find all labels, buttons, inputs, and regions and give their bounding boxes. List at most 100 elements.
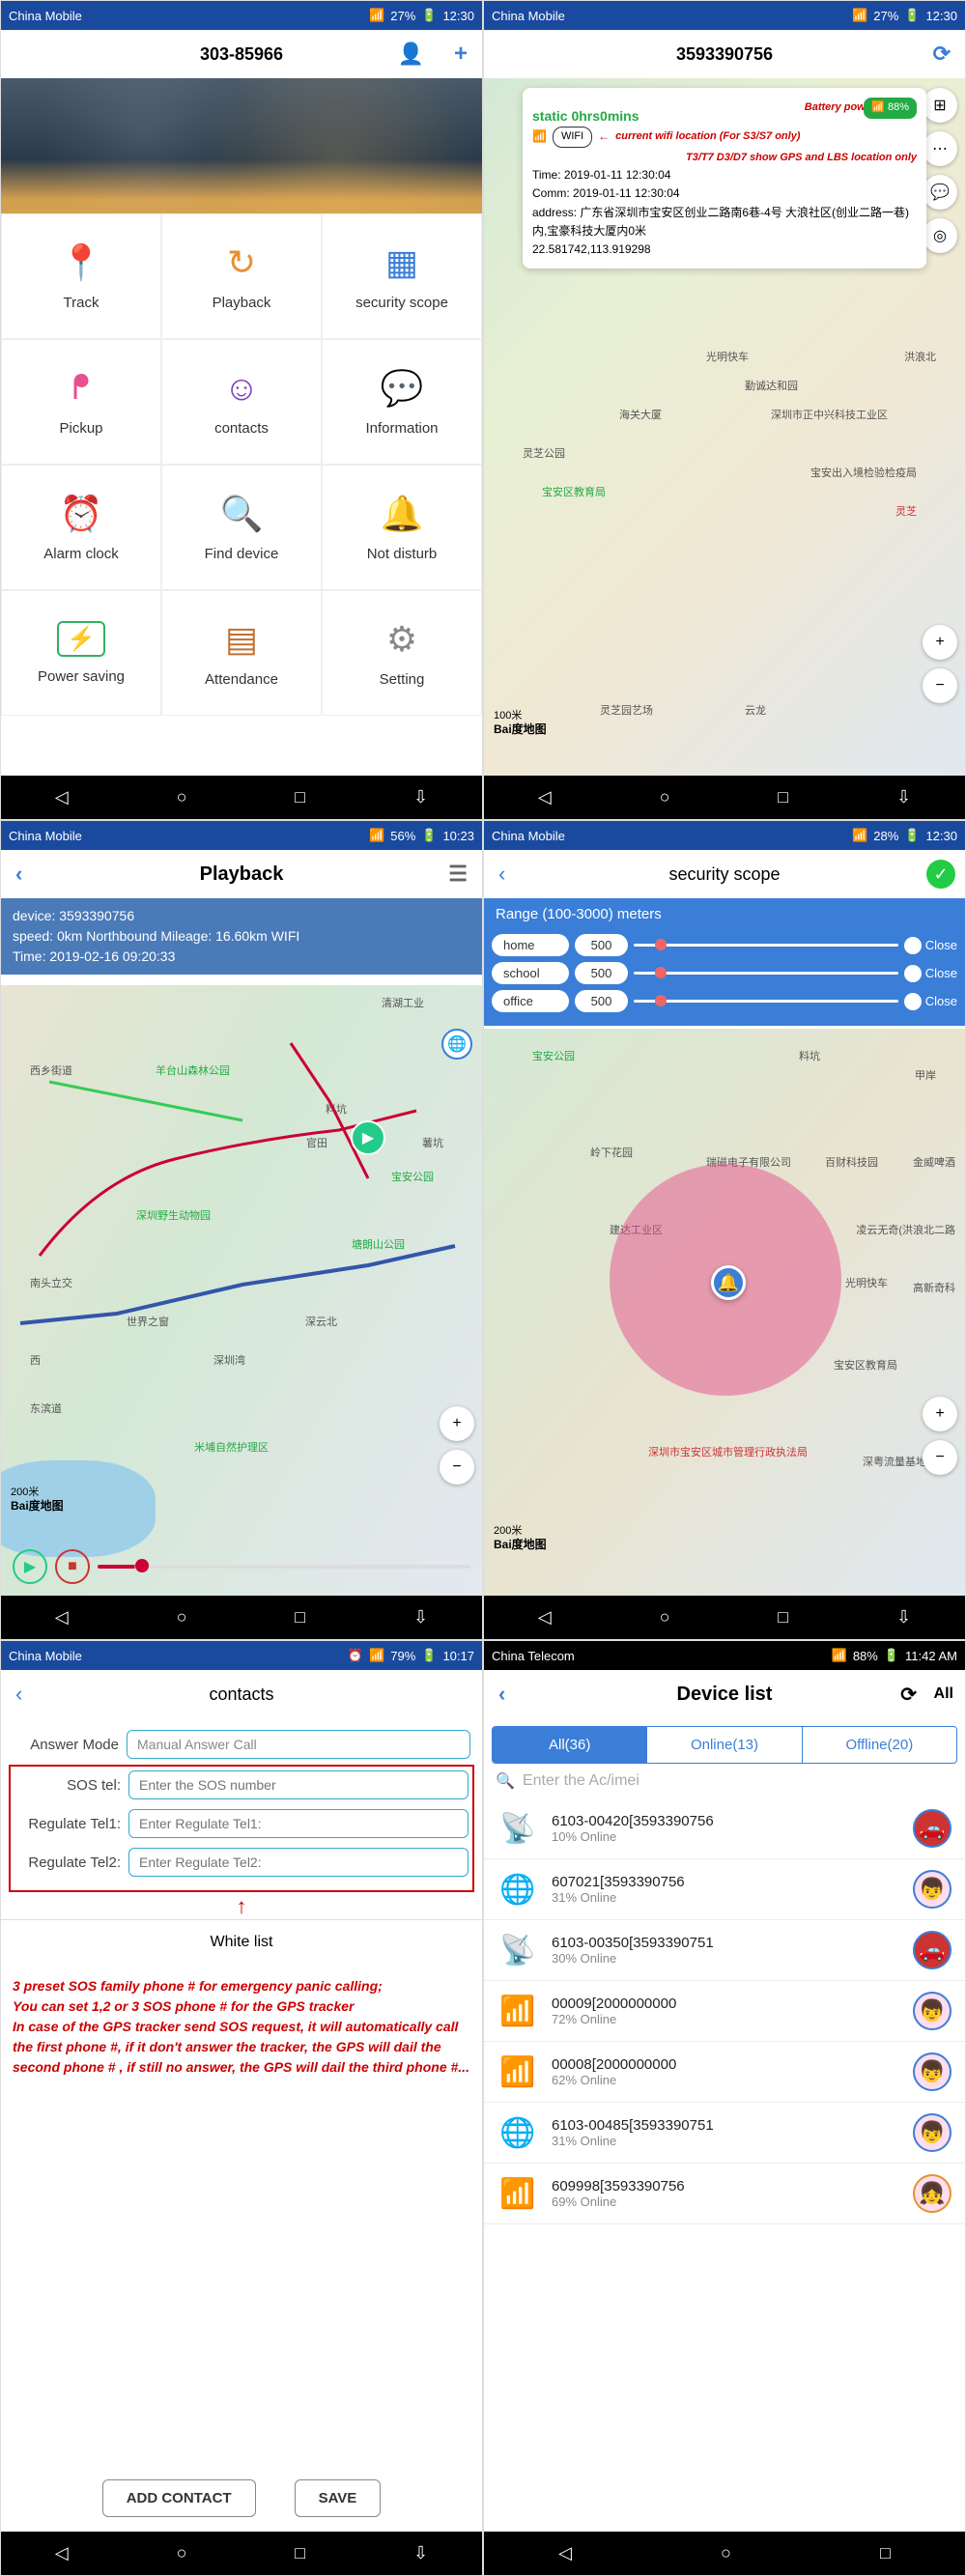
- grid-attendance[interactable]: ▤Attendance: [161, 590, 322, 716]
- avatar-boy[interactable]: 👦: [913, 1992, 952, 2030]
- zoom-out-btn[interactable]: −: [923, 668, 957, 703]
- battery-icon: 🔋: [421, 8, 437, 23]
- play-button[interactable]: ▶: [13, 1549, 47, 1584]
- all-button[interactable]: All: [934, 1685, 953, 1703]
- carrier: China Mobile: [492, 9, 565, 23]
- zoom-in-btn[interactable]: +: [923, 1397, 957, 1431]
- refresh-icon[interactable]: ⟳: [933, 42, 951, 67]
- play-marker[interactable]: ▶: [351, 1120, 385, 1155]
- list-item[interactable]: 📡 6103-00350[359339075130% Online 🚗: [484, 1920, 965, 1981]
- contacts-form: Answer Mode Manual Answer Call SOS tel: …: [1, 1718, 482, 1900]
- wifi-icon: 📶: [369, 8, 384, 23]
- fence-radius-input[interactable]: 500: [575, 934, 628, 956]
- status-bar: China Mobile 📶 27% 🔋 12:30: [1, 1, 482, 30]
- static-status: static 0hrs0mins: [532, 108, 639, 124]
- map-msg-btn[interactable]: 💬: [923, 175, 957, 210]
- avatar-boy[interactable]: 👦: [913, 2052, 952, 2091]
- screen-playback: China Mobile 📶56%🔋10:23 ‹ Playback ☰ dev…: [0, 820, 483, 1640]
- map-more-btn[interactable]: ⋯: [923, 131, 957, 166]
- reg-tel1-input[interactable]: [128, 1809, 469, 1838]
- nav-back[interactable]: ◁: [55, 787, 69, 807]
- contacts-header: ‹ contacts: [1, 1670, 482, 1718]
- search-placeholder: Enter the Ac/imei: [523, 1772, 639, 1790]
- grid-security[interactable]: ▦security scope: [322, 213, 482, 339]
- center-marker[interactable]: 🔔: [711, 1265, 746, 1300]
- back-icon[interactable]: ‹: [15, 862, 22, 887]
- avatar-car[interactable]: 🚗: [913, 1931, 952, 1969]
- bolt-icon: ⚡: [57, 621, 105, 657]
- back-icon[interactable]: ‹: [15, 1682, 22, 1707]
- search-field[interactable]: 🔍 Enter the Ac/imei: [496, 1771, 953, 1791]
- form-buttons: ADD CONTACT SAVE: [1, 2479, 482, 2517]
- ear-icon: ᖰ: [72, 367, 91, 409]
- fence-toggle[interactable]: Close: [904, 937, 957, 954]
- fence-name-input[interactable]: home: [492, 934, 569, 956]
- playback-info: device: 3593390756 speed: 0km Northbound…: [1, 898, 482, 975]
- zoom-in-btn[interactable]: +: [923, 625, 957, 660]
- reg-tel2-input[interactable]: [128, 1848, 469, 1877]
- globe-btn[interactable]: 🌐: [441, 1029, 472, 1060]
- map-layer-btn[interactable]: ⊞: [923, 88, 957, 123]
- zoom-out-btn[interactable]: −: [923, 1440, 957, 1475]
- tab-offline[interactable]: Offline(20): [803, 1727, 956, 1763]
- avatar-car[interactable]: 🚗: [913, 1809, 952, 1848]
- add-icon[interactable]: +: [454, 41, 468, 68]
- tab-online[interactable]: Online(13): [647, 1727, 802, 1763]
- progress-slider[interactable]: [98, 1565, 470, 1569]
- menu-icon[interactable]: ☰: [448, 862, 468, 887]
- status-bar: China Telecom 📶88%🔋11:42 AM: [484, 1641, 965, 1670]
- tracker-header: 3593390756 ⟳: [484, 30, 965, 78]
- radius-slider[interactable]: [634, 944, 898, 947]
- reg-tel1-field: Regulate Tel1:: [14, 1809, 469, 1838]
- clock-icon: ⏰: [60, 494, 103, 534]
- list-item[interactable]: 📶 00008[200000000062% Online 👦: [484, 2042, 965, 2103]
- range-label: Range (100-3000) meters: [484, 898, 965, 930]
- zoom-in-btn[interactable]: +: [440, 1406, 474, 1441]
- back-icon[interactable]: ‹: [498, 1682, 505, 1707]
- list-item[interactable]: 📶 00009[200000000072% Online 👦: [484, 1981, 965, 2042]
- scope-header: ‹ security scope ✓: [484, 850, 965, 898]
- avatar-boy[interactable]: 👦: [913, 2113, 952, 2152]
- refresh-icon[interactable]: ⟳: [900, 1683, 917, 1707]
- grid-find[interactable]: 🔍Find device: [161, 465, 322, 590]
- whitelist-row[interactable]: White list: [1, 1919, 482, 1965]
- add-contact-button[interactable]: ADD CONTACT: [102, 2479, 256, 2517]
- playback-icon: ↻: [227, 242, 256, 283]
- grid-playback[interactable]: ↻Playback: [161, 213, 322, 339]
- grid-track[interactable]: 📍Track: [1, 213, 161, 339]
- zoom-out-btn[interactable]: −: [440, 1450, 474, 1485]
- stop-button[interactable]: ■: [55, 1549, 90, 1584]
- grid-contacts[interactable]: ☺contacts: [161, 339, 322, 465]
- grid-dnd[interactable]: 🔔Not disturb: [322, 465, 482, 590]
- sos-tel-input[interactable]: [128, 1770, 469, 1799]
- confirm-icon[interactable]: ✓: [926, 860, 955, 889]
- avatar-girl[interactable]: 👧: [913, 2174, 952, 2213]
- tab-all[interactable]: All(36): [493, 1727, 647, 1763]
- list-item[interactable]: 🌐 6103-00485[359339075131% Online 👦: [484, 2103, 965, 2164]
- grid-info[interactable]: 💬Information: [322, 339, 482, 465]
- nav-home[interactable]: ○: [177, 787, 187, 807]
- answer-mode-value[interactable]: Manual Answer Call: [127, 1730, 470, 1759]
- grid-alarm[interactable]: ⏰Alarm clock: [1, 465, 161, 590]
- nav-drawer[interactable]: ⇩: [413, 787, 428, 807]
- map-locate-btn[interactable]: ◎: [923, 218, 957, 253]
- wifi-icon: 📶: [497, 2052, 538, 2092]
- carrier: China Mobile: [9, 9, 82, 23]
- device-list-header: ‹ Device list ⟳ All: [484, 1670, 965, 1718]
- wifi-badge: WIFI: [553, 127, 592, 148]
- list-item[interactable]: 📡 6103-00420[359339075610% Online 🚗: [484, 1798, 965, 1859]
- playback-map[interactable]: 清湖工业 西乡街道 羊台山森林公园 料坑 薯坑 官田 宝安公园 深圳野生动物园 …: [1, 985, 482, 1596]
- nav-recent[interactable]: □: [295, 787, 305, 807]
- back-icon[interactable]: ‹: [498, 862, 505, 887]
- list-item[interactable]: 🌐 607021[359339075631% Online 👦: [484, 1859, 965, 1920]
- avatar-boy[interactable]: 👦: [913, 1870, 952, 1909]
- list-item[interactable]: 📶 609998[359339075669% Online 👧: [484, 2164, 965, 2224]
- status-bar: China Mobile 📶56%🔋10:23: [1, 821, 482, 850]
- save-button[interactable]: SAVE: [295, 2479, 382, 2517]
- grid-pickup[interactable]: ᖰPickup: [1, 339, 161, 465]
- scope-map[interactable]: 宝安公园 料坑 甲岸 岭下花园 瑞磁电子有限公司 百财科技园 金威啤酒 建达工业…: [484, 1029, 965, 1596]
- clock: 12:30: [442, 9, 474, 23]
- user-icon[interactable]: 👤: [398, 42, 424, 67]
- grid-setting[interactable]: ⚙Setting: [322, 590, 482, 716]
- grid-power[interactable]: ⚡Power saving: [1, 590, 161, 716]
